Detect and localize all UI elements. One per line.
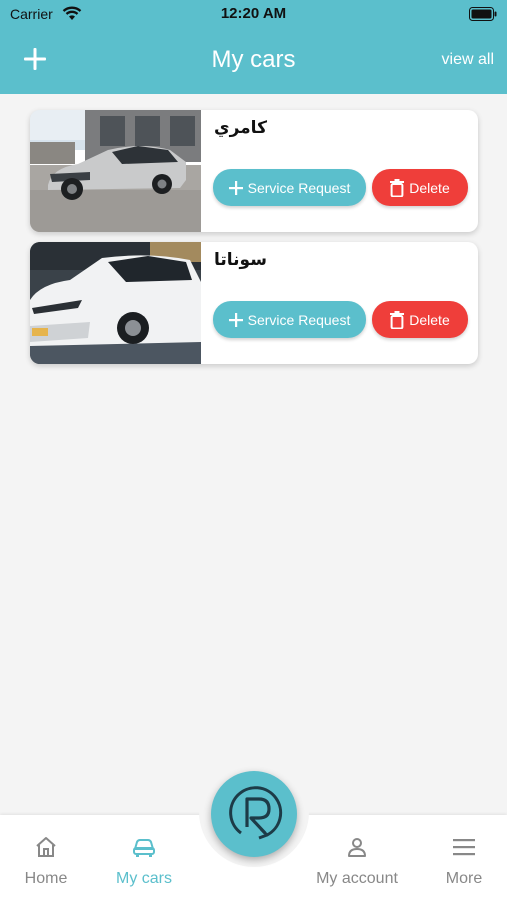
car-name: سوناتا xyxy=(214,250,267,270)
car-card[interactable]: كامري Service Request Delete xyxy=(30,110,478,232)
tab-my-account[interactable]: My account xyxy=(309,815,405,900)
status-time: 12:20 AM xyxy=(220,5,287,22)
service-request-label: Service Request xyxy=(247,179,351,196)
header: Carrier 12:20 AM My cars view all xyxy=(0,0,507,94)
trash-icon xyxy=(390,310,405,329)
car-photo xyxy=(30,110,201,232)
service-request-button[interactable]: Service Request xyxy=(213,169,366,206)
car-icon xyxy=(133,839,155,857)
car-card[interactable]: سوناتا Service Request Delete xyxy=(30,242,478,364)
service-request-label: Service Request xyxy=(247,311,351,328)
car-list: كامري Service Request Delete سوناتا Serv… xyxy=(30,110,478,374)
tab-label: More xyxy=(445,870,483,887)
battery-icon xyxy=(469,7,497,25)
tab-my-cars[interactable]: My cars xyxy=(96,815,192,900)
trash-icon xyxy=(390,178,405,197)
add-car-button[interactable] xyxy=(20,44,50,74)
nav-bar: My cars view all xyxy=(0,30,507,94)
delete-label: Delete xyxy=(409,179,450,196)
home-icon xyxy=(36,837,56,857)
plus-icon xyxy=(24,48,46,70)
car-photo xyxy=(30,242,201,364)
delete-label: Delete xyxy=(409,311,450,328)
page-title: My cars xyxy=(211,46,296,73)
tab-home[interactable]: Home xyxy=(0,815,94,900)
status-bar: Carrier 12:20 AM xyxy=(0,0,507,30)
service-request-button[interactable]: Service Request xyxy=(213,301,366,338)
logo-icon xyxy=(229,786,283,840)
menu-icon xyxy=(453,839,475,856)
plus-icon xyxy=(228,180,243,195)
car-name: كامري xyxy=(214,118,267,138)
tab-label: My cars xyxy=(116,870,172,887)
tab-label: Home xyxy=(24,870,68,887)
plus-icon xyxy=(228,312,243,327)
view-all-link[interactable]: view all xyxy=(442,51,494,69)
delete-button[interactable]: Delete xyxy=(372,301,468,338)
delete-button[interactable]: Delete xyxy=(372,169,468,206)
user-icon xyxy=(348,838,366,857)
tab-more[interactable]: More xyxy=(416,815,507,900)
center-action-button[interactable] xyxy=(211,771,297,857)
tab-label: My account xyxy=(316,870,398,887)
